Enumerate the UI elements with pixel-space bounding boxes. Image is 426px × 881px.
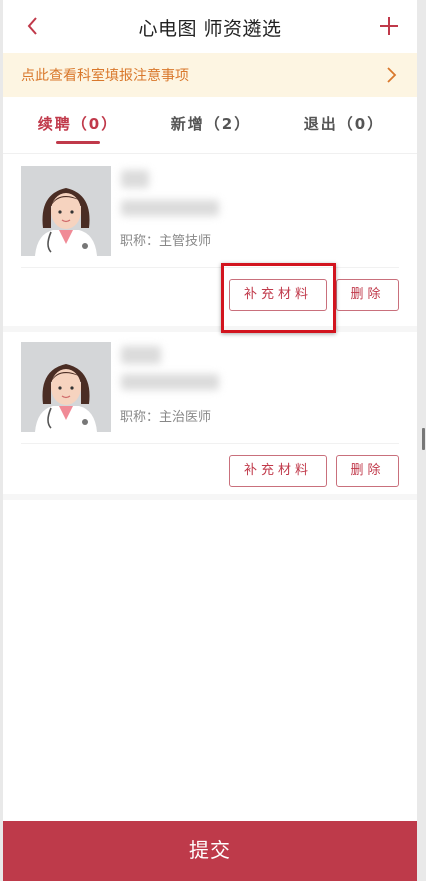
tab-active-indicator [56, 141, 100, 144]
highlight-box [221, 263, 336, 333]
name-redacted [121, 346, 161, 364]
notice-banner[interactable]: 点此查看科室填报注意事项 [3, 53, 417, 97]
tab-bar: 续聘（0） 新增（2） 退出（0） [3, 100, 417, 154]
scroll-indicator [422, 428, 425, 450]
tab-exit[interactable]: 退出（0） [284, 113, 404, 134]
tab-renewal[interactable]: 续聘（0） [18, 113, 138, 134]
plus-icon [380, 17, 398, 35]
phone-screen: 心电图 师资遴选 点此查看科室填报注意事项 续聘（0） 新增（2） 退出（0） [3, 0, 417, 881]
name-redacted [121, 170, 149, 188]
info-redacted [121, 374, 219, 390]
chevron-right-icon [387, 67, 397, 83]
doctor-avatar-icon [21, 342, 111, 432]
doctor-avatar-icon [21, 166, 111, 256]
page-title: 心电图 师资遴选 [138, 18, 282, 40]
info-redacted [121, 200, 219, 216]
candidate-card: 职称：主治医师 补充材料 删除 [3, 332, 417, 500]
submit-button[interactable]: 提交 [3, 821, 417, 881]
title-label: 职称：主管技师 [120, 234, 212, 249]
title-label: 职称：主治医师 [120, 410, 212, 425]
delete-button[interactable]: 删除 [336, 455, 399, 487]
avatar [21, 342, 111, 432]
candidate-card: 职称：主管技师 补充材料 删除 [3, 156, 417, 332]
notice-text: 点此查看科室填报注意事项 [21, 68, 189, 84]
avatar [21, 166, 111, 256]
supplement-materials-button[interactable]: 补充材料 [229, 455, 327, 487]
divider [21, 267, 399, 268]
add-button[interactable] [377, 14, 401, 38]
divider [21, 443, 399, 444]
tab-new[interactable]: 新增（2） [151, 113, 271, 134]
delete-button[interactable]: 删除 [336, 279, 399, 311]
top-bar: 心电图 师资遴选 [3, 0, 417, 52]
